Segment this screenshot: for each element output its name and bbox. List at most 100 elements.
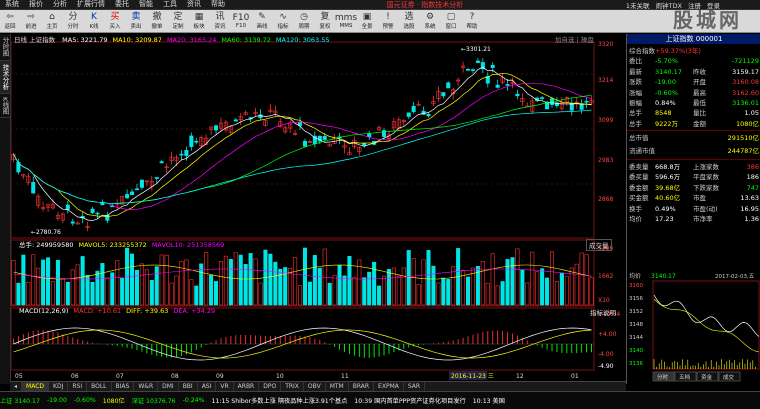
volume-bar xyxy=(75,264,80,306)
help-button[interactable]: ? 帮助 xyxy=(462,11,482,31)
menu-right-0[interactable]: 1未关联 xyxy=(626,2,650,10)
sector-button[interactable]: ▦ 板块 xyxy=(189,11,209,31)
mini-tick: 3136 xyxy=(629,361,643,367)
candle-body xyxy=(90,208,95,213)
indicator-tab-boll[interactable]: BOLL xyxy=(87,382,112,391)
ma-line-5 xyxy=(13,66,592,222)
price-tick: 3320 xyxy=(598,41,613,48)
news-button[interactable]: 讯资讯 xyxy=(210,11,230,31)
left-tab-1[interactable]: 技术分析 xyxy=(0,60,10,94)
indicator-tab-mtm[interactable]: MTM xyxy=(326,382,349,391)
alert-button[interactable]: ! 预警 xyxy=(378,11,398,31)
forward-button[interactable]: ⇨ 前进 xyxy=(21,11,41,31)
indicator-tab-macd[interactable]: MACD xyxy=(22,382,50,391)
kline-button[interactable]: K K线 xyxy=(84,11,104,31)
indicator-tab-dpo[interactable]: DPO xyxy=(259,382,282,391)
indicator-tab-obv[interactable]: OBV xyxy=(304,382,326,391)
mini-timeshare-chart[interactable]: 均价 3140.17 2017-02-03,五 3160 3156 3152 3148 314… xyxy=(627,271,760,384)
candle-body xyxy=(258,114,263,119)
x-axis-label: 06 xyxy=(71,373,79,380)
menu-item-4[interactable]: 委托 xyxy=(110,0,134,9)
home-button[interactable]: ⌂ 主页 xyxy=(42,11,62,31)
volume-badge[interactable]: 成交量 xyxy=(586,239,612,251)
tabs-scroll-left[interactable]: ◂ xyxy=(10,382,23,391)
price-tick: 2868 xyxy=(598,196,613,203)
quote-row: 买金额 40.60亿 市盈 13.63 xyxy=(629,193,759,203)
menu-item-2[interactable]: 分析 xyxy=(48,0,72,9)
menu-item-7[interactable]: 资讯 xyxy=(182,0,206,9)
quote-label: 委金额 xyxy=(629,183,649,192)
draw-button[interactable]: ✎ 画线 xyxy=(252,11,272,31)
indicator-tab-vr[interactable]: VR xyxy=(216,382,234,391)
indicator-tab-asi[interactable]: ASI xyxy=(198,382,217,391)
menu-item-8[interactable]: 帮助 xyxy=(206,0,230,9)
indicator-tab-trix[interactable]: TRIX xyxy=(281,382,304,391)
panorama-button[interactable]: ▣ 全景 xyxy=(357,11,377,31)
f10-button[interactable]: F10 F10 xyxy=(231,11,251,31)
candle-body xyxy=(154,177,159,179)
indicator-tab-arbr[interactable]: ARBR xyxy=(234,382,260,391)
menu-item-0[interactable]: 系统 xyxy=(0,0,24,9)
x-axis-label: 10 xyxy=(276,373,284,380)
select-button[interactable]: 选选股 xyxy=(399,11,419,31)
system-button[interactable]: ⚙ 系统 xyxy=(420,11,440,31)
candle-body xyxy=(159,161,164,164)
volume-bar xyxy=(426,250,431,306)
quote-value: -0.60% xyxy=(655,88,678,97)
kline-chart-area[interactable]: ←3301.21←2780.76332032143099298328683296… xyxy=(11,34,626,381)
indicator-tab-bbi[interactable]: BBI xyxy=(179,382,198,391)
quote-row: 均价 17.23 市净率 1.36 xyxy=(629,214,759,224)
volume-bar xyxy=(21,254,26,306)
f10-label: F10 xyxy=(235,23,247,29)
menu-item-5[interactable]: 智能 xyxy=(134,0,158,9)
buy-button[interactable]: 买买入 xyxy=(105,11,125,31)
custom-button[interactable]: 定定制 xyxy=(168,11,188,31)
price-tick: 2983 xyxy=(598,157,613,164)
chart-top-right[interactable]: 加自选 | 操盘 xyxy=(555,34,594,44)
back-button[interactable]: ⇦ 返回 xyxy=(0,11,20,31)
indicator-tab-dmi[interactable]: DMI xyxy=(158,382,179,391)
menu-item-6[interactable]: 工具 xyxy=(158,0,182,9)
indicator-tab-brar[interactable]: BRAR xyxy=(349,382,375,391)
candle-body xyxy=(31,182,36,194)
menu-item-1[interactable]: 报价 xyxy=(24,0,48,9)
volume-bar xyxy=(238,254,243,306)
volume-bar xyxy=(95,270,100,306)
sell-icon: 卖 xyxy=(131,12,141,22)
quote-row: 最新 3140.17 昨收 3159.17 xyxy=(629,67,759,77)
restore-button[interactable]: 复复权 xyxy=(315,11,335,31)
x-axis-label: 12 xyxy=(516,373,524,380)
sell-button[interactable]: 卖卖出 xyxy=(126,11,146,31)
candle-body xyxy=(490,64,495,68)
period-button[interactable]: ◷ 周期 xyxy=(294,11,314,31)
sell-label: 卖出 xyxy=(130,24,142,30)
indicator-tab-sar[interactable]: SAR xyxy=(404,382,426,391)
menu-item-3[interactable]: 扩展行情 xyxy=(72,0,110,9)
indicator-tab-expma[interactable]: EXPMA xyxy=(374,382,404,391)
indicator-button[interactable]: ∿ 指标 xyxy=(273,11,293,31)
timeshare-button[interactable]: 分分时 xyxy=(63,11,83,31)
indicator-tab-kdj[interactable]: KDJ xyxy=(49,382,69,391)
quote-row: 委买量 596.6万 平盘家数 186 xyxy=(629,172,759,182)
macd-badge[interactable]: 指标说明 xyxy=(590,307,616,317)
quote-value: 13.63 xyxy=(740,194,759,203)
quote-row: 综合指数 +59.37%(3年) xyxy=(629,46,759,56)
low-marker: ←2780.76 xyxy=(31,229,61,236)
mini-avg-line xyxy=(653,298,760,353)
window-button[interactable]: ▢ 窗口 xyxy=(441,11,461,31)
left-tab-2[interactable]: K线图 xyxy=(0,94,10,118)
mms-button[interactable]: mms MMS xyxy=(335,11,357,31)
legend-item: MA10: 3209.87 xyxy=(112,36,162,44)
indicator-tab-rsi[interactable]: RSI xyxy=(68,382,88,391)
kline-icon: K xyxy=(91,12,97,22)
ma-line-40 xyxy=(13,94,592,204)
watermark: 股城网 xyxy=(673,8,742,32)
cancel-button[interactable]: 撤撤单 xyxy=(147,11,167,31)
left-vertical-tabs: 分时图 技术分析 K线图 xyxy=(0,34,11,384)
volume-bar xyxy=(337,264,342,306)
left-tab-0[interactable]: 分时图 xyxy=(0,34,10,61)
indicator-tab-wr[interactable]: W&R xyxy=(134,382,159,391)
help-label: 帮助 xyxy=(466,24,478,30)
indicator-tab-bias[interactable]: BIAS xyxy=(112,382,135,391)
volume-bar xyxy=(302,247,307,306)
